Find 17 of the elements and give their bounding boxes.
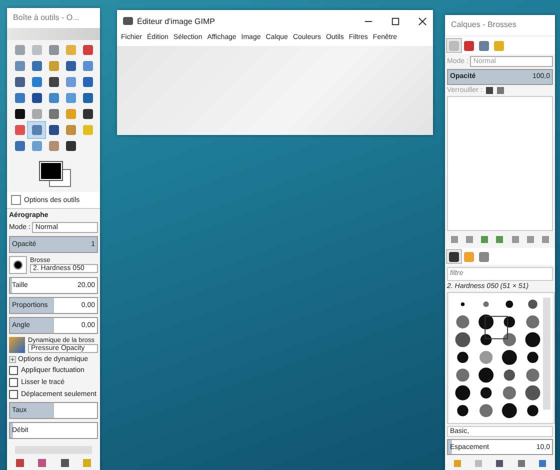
brush-action-icon[interactable] <box>518 460 525 467</box>
dynamics-icon[interactable] <box>9 337 25 353</box>
window-title: Boîte à outils - O... <box>7 8 100 28</box>
checkbox[interactable] <box>9 390 18 399</box>
checkbox[interactable] <box>9 378 18 387</box>
brush-action-icon[interactable] <box>496 460 504 467</box>
maximize-icon[interactable] <box>391 16 400 26</box>
window-title: Calques - Brosses <box>445 15 555 35</box>
dock-tab[interactable] <box>462 39 476 52</box>
close-icon[interactable] <box>418 16 427 26</box>
brush-action-icon[interactable] <box>538 460 546 467</box>
window-title: Éditeur d'image GIMP <box>137 16 216 26</box>
brush-preview-icon[interactable] <box>9 256 27 274</box>
expander-icon[interactable] <box>9 356 16 363</box>
dock-tab[interactable] <box>447 250 461 264</box>
checkbox[interactable] <box>9 366 18 375</box>
brush-grid-drawing[interactable] <box>447 292 555 424</box>
